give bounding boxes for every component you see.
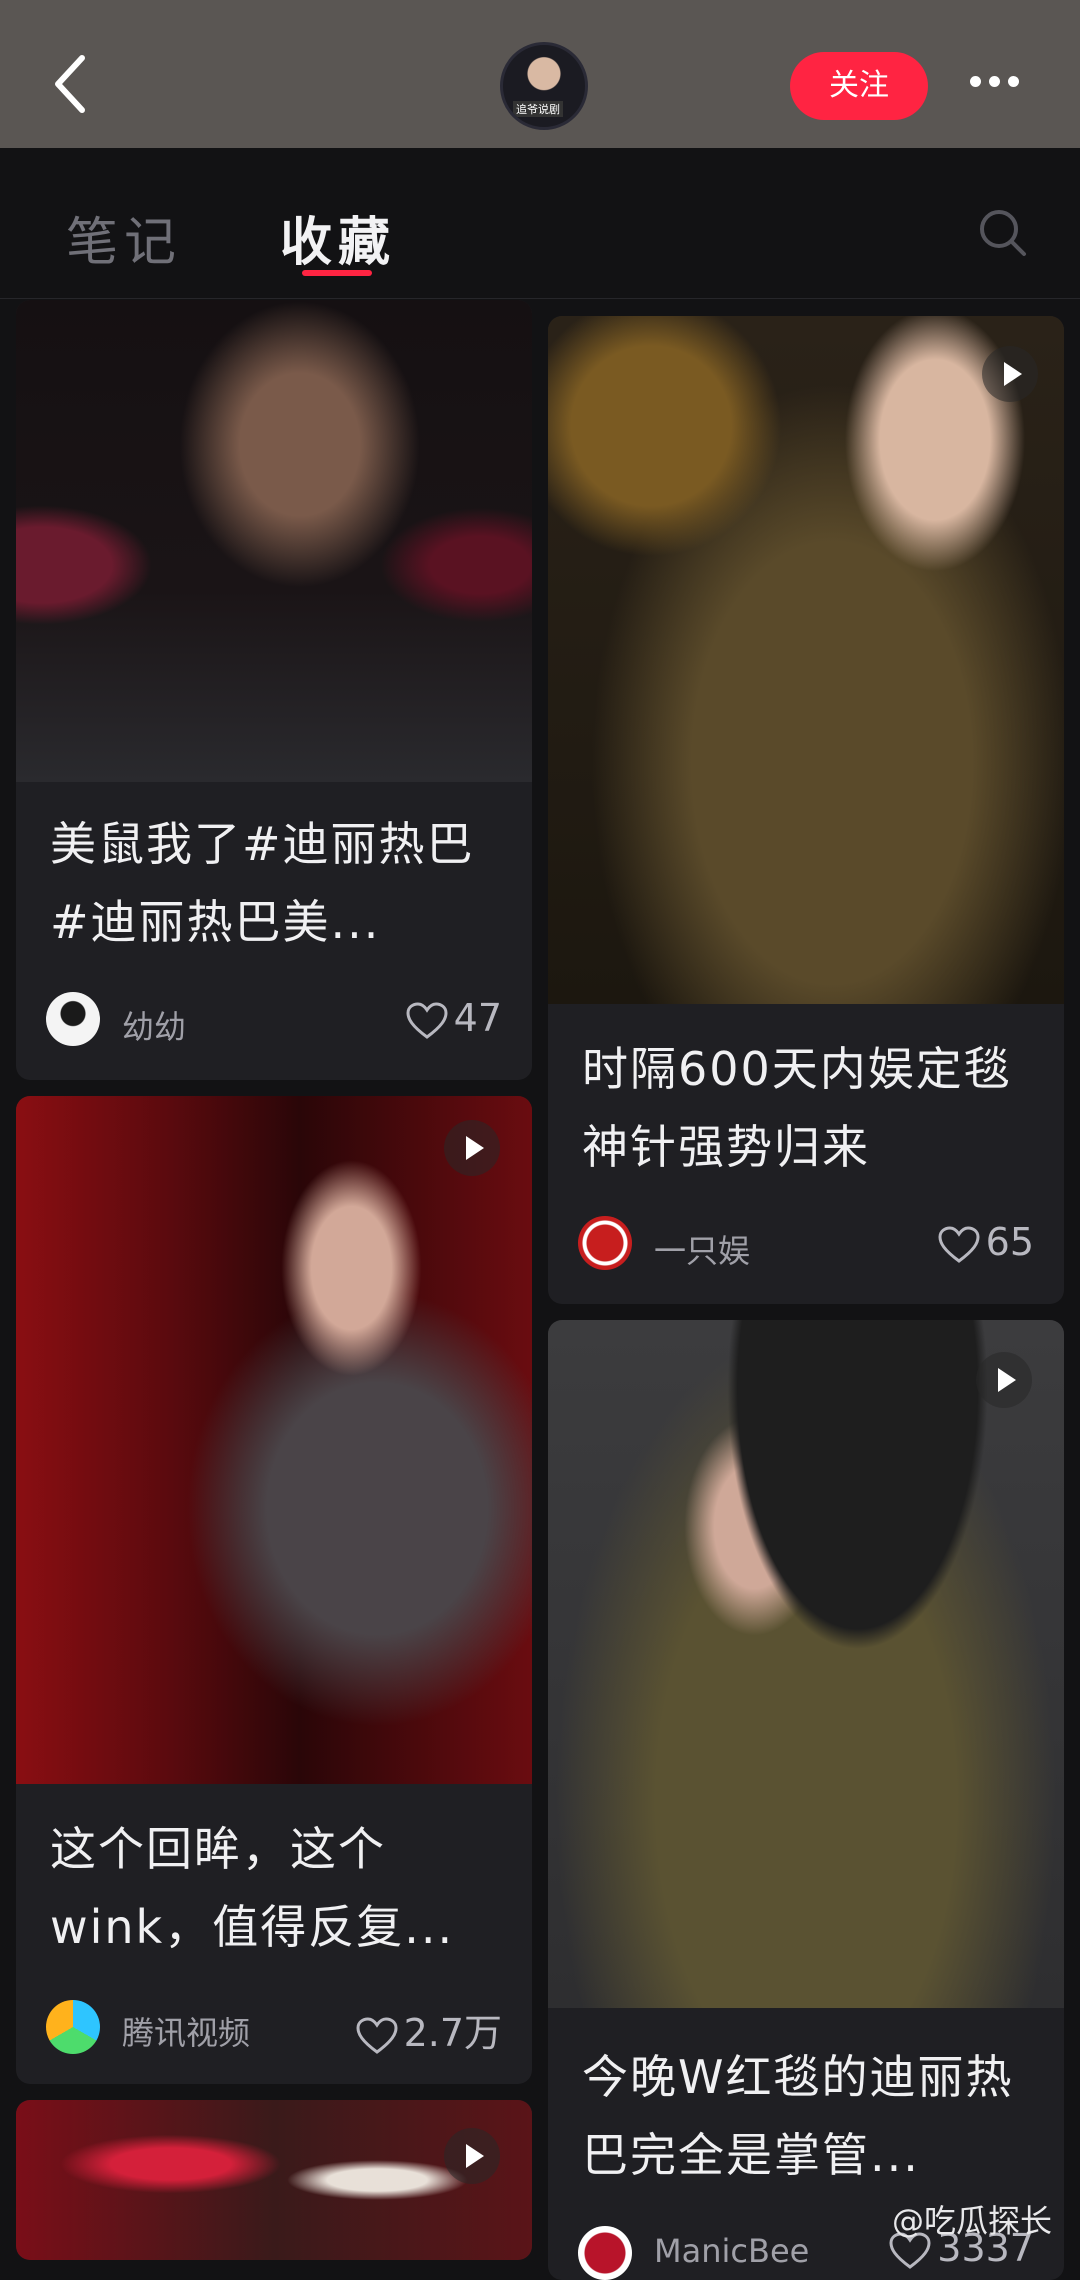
- note-title: 时隔600天内娱定毯神针强势归来: [582, 1042, 1012, 1174]
- author-name: 一只娱: [654, 1232, 751, 1270]
- like-count-value: 47: [453, 996, 502, 1040]
- author-name: ManicBee: [654, 2232, 810, 2270]
- note-card[interactable]: 今晚W红毯的迪丽热巴完全是掌管... ManicBee 3337: [548, 1320, 1064, 2280]
- author-avatar: [46, 992, 100, 1046]
- like-count[interactable]: 2.7万: [356, 2002, 502, 2057]
- like-count-value: 2.7万: [403, 2011, 502, 2055]
- play-icon: [976, 1352, 1032, 1408]
- play-icon: [444, 1120, 500, 1176]
- watermark: @吃瓜探长: [891, 2202, 1052, 2240]
- note-card[interactable]: 这个回眸，这个wink，值得反复... 腾讯视频 2.7万: [16, 1096, 532, 2084]
- note-cover-image: [548, 1320, 1064, 2008]
- tab-bar: 笔记 收藏: [0, 148, 1080, 299]
- search-icon[interactable]: [978, 208, 1028, 258]
- author-name: 腾讯视频: [122, 2014, 251, 2052]
- play-icon: [444, 2128, 500, 2184]
- like-count[interactable]: 47: [406, 996, 502, 1040]
- heart-icon: [406, 1001, 448, 1039]
- note-card[interactable]: 美鼠我了#迪丽热巴 #迪丽热巴美... 幼幼 47: [16, 300, 532, 1080]
- note-cover-image: [548, 316, 1064, 1004]
- profile-avatar[interactable]: 追爷说剧: [500, 42, 588, 130]
- note-card[interactable]: 时隔600天内娱定毯神针强势归来 一只娱 65: [548, 316, 1064, 1304]
- active-tab-indicator: [302, 270, 372, 276]
- author-avatar: [46, 2000, 100, 2054]
- top-bar: 追爷说剧 关注: [0, 0, 1080, 148]
- back-icon[interactable]: [48, 52, 92, 116]
- note-cover-image: [16, 300, 532, 782]
- avatar-caption: 追爷说剧: [513, 101, 563, 117]
- author-avatar: [578, 2226, 632, 2280]
- heart-icon: [356, 2016, 398, 2054]
- play-icon: [982, 346, 1038, 402]
- tab-favorites[interactable]: 收藏: [280, 200, 396, 275]
- note-title: 今晚W红毯的迪丽热巴完全是掌管...: [582, 2050, 1014, 2182]
- more-icon[interactable]: [970, 72, 1030, 92]
- heart-icon: [938, 1225, 980, 1263]
- author-name: 幼幼: [122, 1008, 187, 1046]
- note-cover-image: [16, 2100, 532, 2260]
- author-avatar: [578, 1216, 632, 1270]
- note-card[interactable]: [16, 2100, 532, 2260]
- tab-notes[interactable]: 笔记: [66, 200, 182, 275]
- note-title: 美鼠我了#迪丽热巴 #迪丽热巴美...: [50, 817, 475, 949]
- like-count-value: 65: [985, 1220, 1034, 1264]
- note-title: 这个回眸，这个wink，值得反复...: [50, 1822, 455, 1954]
- like-count[interactable]: 65: [938, 1220, 1034, 1264]
- follow-button[interactable]: 关注: [790, 52, 928, 120]
- note-cover-image: [16, 1096, 532, 1784]
